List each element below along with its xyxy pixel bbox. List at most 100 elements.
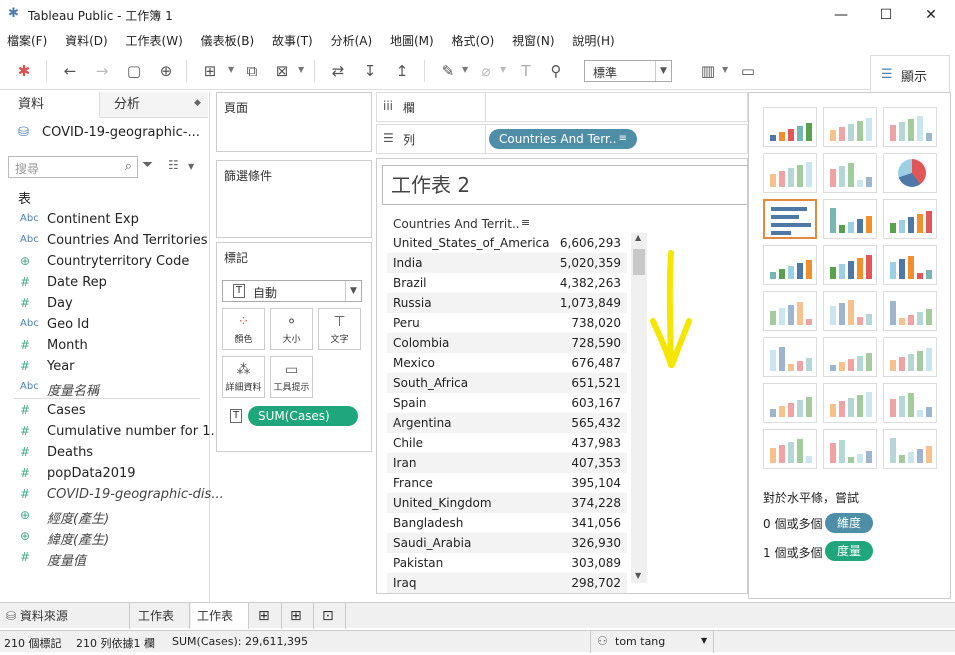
chevron-down-icon[interactable]: ▼ xyxy=(298,65,304,74)
histogram-icon[interactable] xyxy=(823,383,877,423)
sum-cases-pill[interactable]: SUM(Cases) xyxy=(248,406,358,426)
fields-field[interactable]: Abc Countries And Territories xyxy=(0,230,208,251)
table-row[interactable]: Bangladesh 341,056 xyxy=(387,513,627,533)
menu-help[interactable]: 說明(H) xyxy=(565,30,621,52)
label-button[interactable]: ⊤ 文字 xyxy=(318,308,361,350)
countries-pill[interactable]: Countries And Terr.. ≡ xyxy=(489,129,637,149)
line-continuous-icon[interactable] xyxy=(763,291,817,331)
mark-type-select[interactable]: T 自動 ▼ xyxy=(222,280,362,302)
side-by-side-circles-icon[interactable] xyxy=(883,245,937,285)
scroll-down-icon[interactable]: ▼ xyxy=(635,571,641,580)
measures-field[interactable]: ⊕ 緯度(產生) xyxy=(0,526,208,548)
filled-map-icon[interactable] xyxy=(823,153,877,193)
table-row[interactable]: Iran 407,353 xyxy=(387,453,627,473)
scrollbar-thumb[interactable] xyxy=(633,249,645,275)
redo-icon[interactable]: → xyxy=(92,61,112,81)
chevron-down-icon[interactable]: ▼ xyxy=(188,162,194,171)
menu-map[interactable]: 地圖(M) xyxy=(383,30,441,52)
dual-combination-icon[interactable] xyxy=(883,337,937,377)
table-row[interactable]: France 395,104 xyxy=(387,473,627,493)
measures-field[interactable]: # Deaths xyxy=(0,442,208,463)
table-row[interactable]: Pakistan 303,089 xyxy=(387,553,627,573)
tab-analysis[interactable]: 分析 xyxy=(100,92,208,118)
bullet-graph-icon[interactable] xyxy=(823,429,877,469)
horizontal-bars-icon[interactable] xyxy=(763,199,817,239)
search-input[interactable]: 搜尋 ⌕ xyxy=(8,156,138,178)
datasource-name[interactable]: COVID-19-geographic-... xyxy=(42,125,200,140)
fields-field[interactable]: # Year xyxy=(0,356,208,377)
table-row[interactable]: Iraq 298,702 xyxy=(387,573,627,593)
packed-bubbles-icon[interactable] xyxy=(883,429,937,469)
heat-map-icon[interactable] xyxy=(823,107,877,147)
table-row[interactable]: Argentina 565,432 xyxy=(387,413,627,433)
close-button[interactable]: ✕ xyxy=(916,4,946,26)
save-icon[interactable]: ▢ xyxy=(124,61,144,81)
sort-descending-icon[interactable]: ↥ xyxy=(392,61,412,81)
detail-button[interactable]: ⁂ 詳細資料 xyxy=(222,356,265,398)
group-icon[interactable]: ⌀ xyxy=(476,61,496,81)
measures-field[interactable]: # Cases xyxy=(0,400,208,421)
area-continuous-icon[interactable] xyxy=(763,337,817,377)
chevron-updown-icon[interactable]: ◆ xyxy=(194,98,201,108)
user-menu[interactable]: ⚇ tom tang ▼ xyxy=(590,631,714,653)
table-row[interactable]: Chile 437,983 xyxy=(387,433,627,453)
menu-story[interactable]: 故事(T) xyxy=(265,30,320,52)
measures-field[interactable]: # Cumulative number for 1... xyxy=(0,421,223,442)
new-worksheet-icon[interactable]: ⊞ xyxy=(200,61,220,81)
table-row[interactable]: United_Kingdom 374,228 xyxy=(387,493,627,513)
pie-chart-icon[interactable] xyxy=(883,153,937,193)
scatter-plot-icon[interactable] xyxy=(763,383,817,423)
maximize-button[interactable]: ☐ xyxy=(871,4,901,26)
measures-field[interactable]: ⊕ 經度(產生) xyxy=(0,505,208,527)
gantt-chart-icon[interactable] xyxy=(763,429,817,469)
menu-file[interactable]: 檔案(F) xyxy=(0,30,54,52)
rows-shelf[interactable]: ☰ 列 Countries And Terr.. ≡ xyxy=(376,124,748,154)
duplicate-sheet-icon[interactable]: ⧉ xyxy=(242,61,262,81)
undo-icon[interactable]: ← xyxy=(60,61,80,81)
fit-select[interactable]: 標準 ▼ xyxy=(584,60,672,82)
table-row[interactable]: Colombia 728,590 xyxy=(387,333,627,353)
show-cards-icon[interactable]: ▥ xyxy=(698,61,718,81)
sheet-title[interactable]: 工作表 2 xyxy=(382,165,754,205)
highlight-icon[interactable]: ✎ xyxy=(438,61,458,81)
treemap-icon[interactable] xyxy=(763,245,817,285)
column-header[interactable]: Countries And Territ.. ≡ xyxy=(387,213,627,233)
fields-field[interactable]: Abc Geo Id xyxy=(0,314,208,335)
pin-axes-icon[interactable]: ⚲ xyxy=(546,61,566,81)
table-row[interactable]: United_States_of_America 6,606,293 xyxy=(387,233,627,253)
fields-field[interactable]: # Month xyxy=(0,335,208,356)
menu-data[interactable]: 資料(D) xyxy=(58,30,115,52)
table-row[interactable]: Russia 1,073,849 xyxy=(387,293,627,313)
menu-format[interactable]: 格式(O) xyxy=(445,30,502,52)
show-me-tab[interactable]: ☰ 顯示 xyxy=(870,55,950,93)
chevron-down-icon[interactable]: ▼ xyxy=(722,65,728,74)
presentation-mode-icon[interactable]: ▭ xyxy=(738,61,758,81)
new-story-icon[interactable]: ⊡ xyxy=(316,603,346,629)
chevron-down-icon[interactable]: ▼ xyxy=(228,65,234,74)
scroll-up-icon[interactable]: ▲ xyxy=(635,233,641,242)
filters-shelf[interactable]: 篩選條件 xyxy=(216,160,372,238)
chevron-down-icon[interactable]: ▼ xyxy=(500,65,506,74)
columns-shelf[interactable]: iii 欄 xyxy=(376,92,748,122)
table-row[interactable]: South_Africa 651,521 xyxy=(387,373,627,393)
fields-field[interactable]: # Date Rep xyxy=(0,272,208,293)
side-by-side-bars-icon[interactable] xyxy=(883,199,937,239)
measures-field[interactable]: # popData2019 xyxy=(0,463,208,484)
sort-ascending-icon[interactable]: ↧ xyxy=(360,61,380,81)
clear-sheet-icon[interactable]: ⊠ xyxy=(272,61,292,81)
measures-field[interactable]: # 度量值 xyxy=(0,547,208,569)
stacked-bars-icon[interactable] xyxy=(823,199,877,239)
table-row[interactable]: Mexico 676,487 xyxy=(387,353,627,373)
table-row[interactable]: Peru 738,020 xyxy=(387,313,627,333)
size-button[interactable]: ⚬ 大小 xyxy=(270,308,313,350)
table-row[interactable]: Saudi_Arabia 326,930 xyxy=(387,533,627,553)
new-dashboard-icon[interactable]: ⊞ xyxy=(284,603,314,629)
fields-field[interactable]: ⊕ Countryterritory Code xyxy=(0,251,208,272)
text-table-icon[interactable] xyxy=(763,107,817,147)
highlight-table-icon[interactable] xyxy=(883,107,937,147)
sort-icon[interactable]: ≡ xyxy=(521,216,530,229)
pages-shelf[interactable]: 頁面 xyxy=(216,92,372,152)
menu-analysis[interactable]: 分析(A) xyxy=(324,30,380,52)
dual-lines-icon[interactable] xyxy=(883,291,937,331)
new-worksheet-icon[interactable]: ⊞ xyxy=(252,603,282,629)
